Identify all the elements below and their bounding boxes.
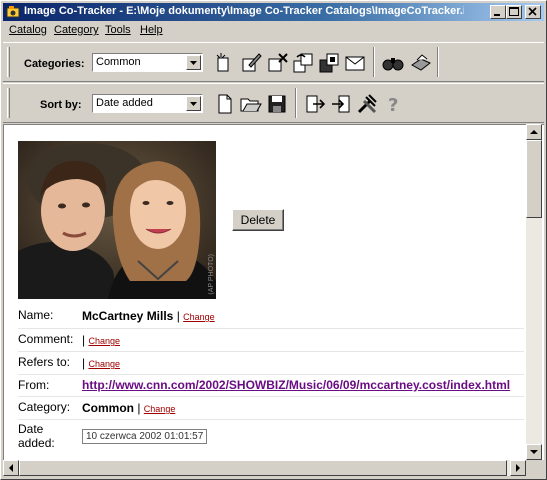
vertical-scroll-thumb[interactable] (526, 140, 542, 218)
import-icon[interactable] (329, 92, 353, 116)
refers-label: Refers to: (18, 355, 71, 369)
menu-catalog[interactable]: Catalog (9, 24, 47, 36)
comment-label: Comment: (18, 332, 74, 346)
new-document-icon[interactable] (213, 92, 237, 116)
toolbar-grip[interactable] (7, 88, 10, 118)
scroll-corner (526, 460, 542, 476)
move-category-icon[interactable] (317, 51, 341, 75)
tools-icon[interactable] (355, 92, 379, 116)
change-refers-link[interactable]: Change (88, 359, 120, 369)
category-row: Category: Common | Change (18, 397, 524, 420)
date-row: Date added: 10 czerwca 2002 01:01:57 (18, 420, 524, 456)
scroll-down-button[interactable] (526, 444, 542, 460)
help-icon[interactable]: ? (381, 92, 405, 116)
maximize-button[interactable] (506, 5, 522, 19)
app-icon (6, 5, 21, 18)
title-bar[interactable]: Image Co-Tracker - E:\Moje dokumenty\Ima… (3, 3, 544, 21)
vertical-scrollbar[interactable] (526, 124, 542, 460)
menu-help[interactable]: Help (140, 24, 163, 36)
sortby-select-value: Date added (96, 97, 153, 109)
toolbar-separator (373, 47, 375, 77)
find-icon[interactable] (381, 51, 405, 75)
change-category-link[interactable]: Change (144, 404, 176, 414)
category-label: Category: (18, 400, 71, 414)
name-row: Name: McCartney Mills | Change (18, 306, 524, 329)
minimize-button[interactable] (490, 5, 506, 19)
toolbar-grip[interactable] (7, 47, 10, 77)
catalog-content: (AP PHOTO) Delete Name: McCartney Mills … (3, 124, 544, 460)
save-icon[interactable] (265, 92, 289, 116)
scroll-up-button[interactable] (526, 124, 542, 140)
close-button[interactable] (525, 5, 541, 19)
email-category-icon[interactable] (343, 51, 367, 75)
horizontal-scrollbar[interactable] (3, 460, 526, 476)
toolbar-separator (295, 88, 297, 118)
scroll-right-button[interactable] (510, 460, 526, 476)
change-name-link[interactable]: Change (183, 312, 215, 322)
comment-row: Comment: | Change (18, 329, 524, 352)
categories-label: Categories: (24, 58, 85, 70)
photo-credit: (AP PHOTO) (208, 254, 215, 295)
open-folder-icon[interactable] (239, 92, 263, 116)
date-label: Date added: (18, 422, 55, 450)
svg-text:?: ? (388, 95, 398, 116)
delete-button[interactable]: Delete (232, 209, 284, 231)
new-category-icon[interactable] (213, 51, 237, 75)
catalog-image[interactable]: (AP PHOTO) (18, 141, 216, 299)
menu-tools[interactable]: Tools (105, 24, 131, 36)
sort-toolbar: Sort by: Date added ? (3, 83, 544, 123)
comment-field: | Change (82, 333, 120, 347)
source-url-link[interactable]: http://www.cnn.com/2002/SHOWBIZ/Music/06… (82, 378, 510, 392)
delete-category-icon[interactable] (265, 51, 289, 75)
sortby-select[interactable]: Date added (92, 94, 203, 113)
menu-bar: Catalog Category Tools Help (3, 22, 544, 40)
refers-row: Refers to: | Change (18, 352, 524, 375)
date-field: 10 czerwca 2002 01:01:57 (82, 428, 208, 444)
sortby-label: Sort by: (40, 99, 82, 111)
menu-category[interactable]: Category (54, 24, 99, 36)
category-value: Common (82, 401, 134, 415)
window-title: Image Co-Tracker - E:\Moje dokumenty\Ima… (24, 5, 464, 17)
category-field: Common | Change (82, 401, 176, 415)
from-field: http://www.cnn.com/2002/SHOWBIZ/Music/06… (82, 378, 510, 392)
horizontal-scroll-thumb[interactable] (19, 460, 507, 476)
from-row: From: http://www.cnn.com/2002/SHOWBIZ/Mu… (18, 375, 524, 397)
refers-field: | Change (82, 356, 120, 370)
name-field: McCartney Mills | Change (82, 309, 215, 323)
categories-select[interactable]: Common (92, 53, 203, 72)
copy-category-icon[interactable] (291, 51, 315, 75)
toolbar-separator (437, 47, 439, 77)
print-icon[interactable] (409, 51, 433, 75)
change-comment-link[interactable]: Change (88, 336, 120, 346)
categories-select-value: Common (96, 56, 141, 68)
name-value: McCartney Mills (82, 309, 174, 323)
export-icon[interactable] (303, 92, 327, 116)
app-window: Image Co-Tracker - E:\Moje dokumenty\Ima… (0, 0, 547, 480)
chevron-down-icon[interactable] (186, 96, 201, 111)
scroll-left-button[interactable] (3, 460, 19, 476)
from-label: From: (18, 378, 50, 392)
edit-category-icon[interactable] (239, 51, 263, 75)
chevron-down-icon[interactable] (186, 55, 201, 70)
categories-toolbar: Categories: Common (3, 42, 544, 82)
date-value: 10 czerwca 2002 01:01:57 (82, 429, 208, 444)
name-label: Name: (18, 308, 54, 322)
